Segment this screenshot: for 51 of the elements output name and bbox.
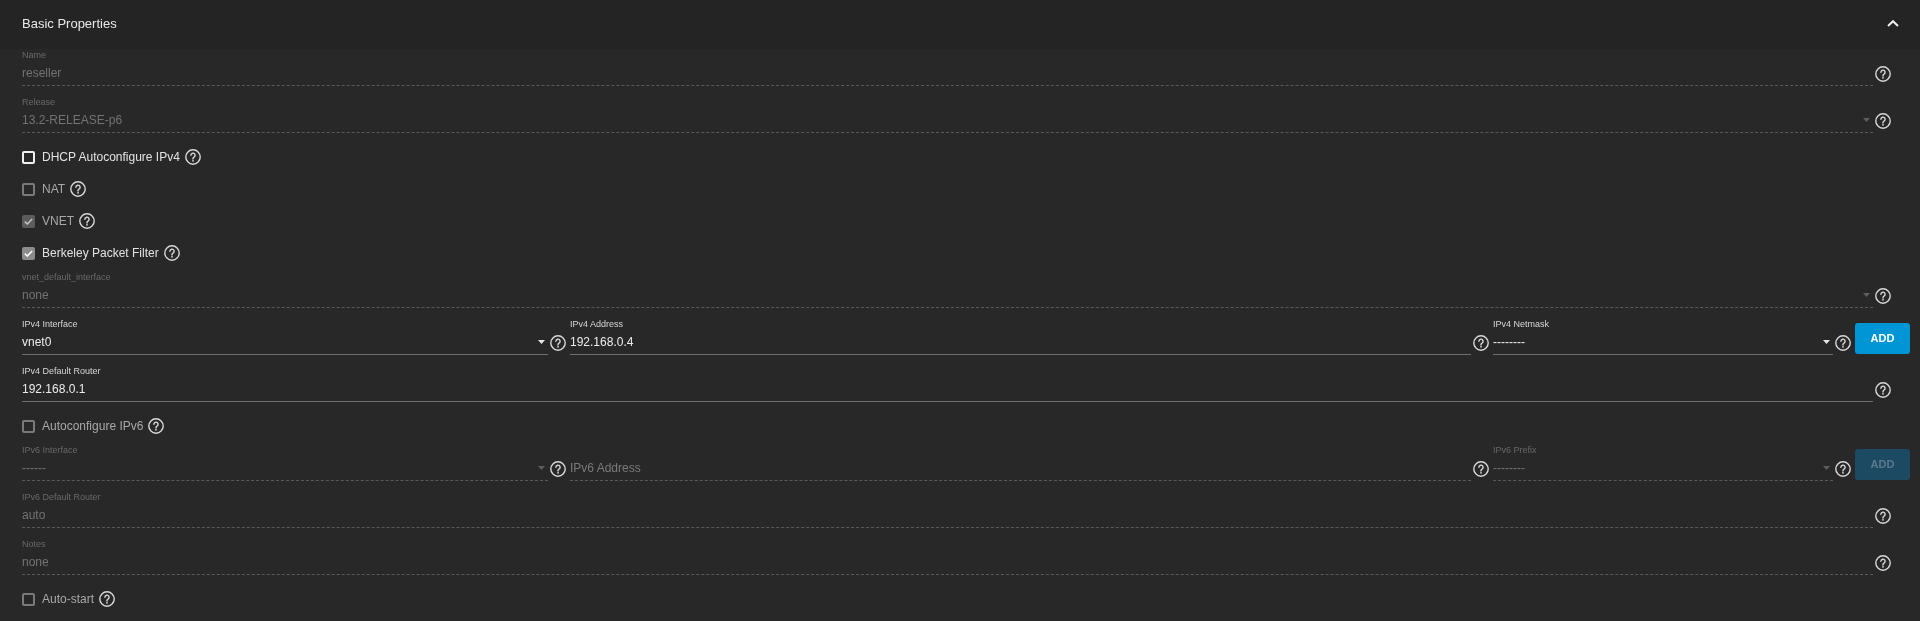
text-field[interactable]: 192.168.0.4 xyxy=(570,331,1471,355)
field-label: IPv6 Interface xyxy=(22,444,78,457)
help-icon[interactable] xyxy=(163,245,180,261)
checkbox-label: Auto-start xyxy=(42,591,95,608)
field-label: Notes xyxy=(22,538,46,551)
field-label: IPv6 Default Router xyxy=(22,491,101,504)
help-icon[interactable] xyxy=(70,181,87,197)
help-icon[interactable] xyxy=(99,591,116,607)
dropdown-field[interactable]: vnet0 xyxy=(22,331,548,355)
help-icon[interactable] xyxy=(148,418,165,434)
help-icon[interactable] xyxy=(1875,508,1891,524)
caret-icon xyxy=(1823,466,1830,470)
help-icon[interactable] xyxy=(1473,461,1489,477)
caret-icon xyxy=(1823,340,1830,344)
field-label: IPv4 Default Router xyxy=(22,365,101,378)
help-icon[interactable] xyxy=(1835,335,1851,351)
help-icon[interactable] xyxy=(550,461,566,477)
help-icon[interactable] xyxy=(1875,288,1891,304)
help-icon[interactable] xyxy=(79,213,95,229)
caret-icon xyxy=(538,340,545,344)
help-icon[interactable] xyxy=(1835,461,1851,477)
checkbox-label: DHCP Autoconfigure IPv4 xyxy=(42,149,180,166)
checkbox-label: Berkeley Packet Filter xyxy=(42,245,159,262)
checkmark-icon xyxy=(24,249,33,257)
checkbox-label: Autoconfigure IPv6 xyxy=(42,418,144,435)
chevron-up-icon[interactable] xyxy=(1887,20,1899,27)
help-icon[interactable] xyxy=(1473,335,1489,351)
dropdown-field[interactable]: -------- xyxy=(1493,331,1833,355)
caret-icon xyxy=(1863,118,1870,122)
help-icon[interactable] xyxy=(184,149,201,165)
help-icon[interactable] xyxy=(1875,555,1891,571)
field-label: IPv4 Address xyxy=(570,318,624,331)
text-field[interactable]: 192.168.0.1 xyxy=(22,378,1873,402)
panel-title: Basic Properties xyxy=(22,14,117,33)
help-icon[interactable] xyxy=(550,335,566,351)
field-label: vnet_default_interface xyxy=(22,271,111,284)
add-button[interactable]: ADD xyxy=(1855,322,1910,354)
help-icon[interactable] xyxy=(1875,66,1891,82)
field-label: Release xyxy=(22,96,56,109)
field-label: IPv6 Prefix xyxy=(1493,444,1537,457)
caret-icon xyxy=(538,466,545,470)
help-icon[interactable] xyxy=(1875,382,1891,398)
caret-icon xyxy=(1863,293,1870,297)
field-label: IPv4 Netmask xyxy=(1493,318,1550,331)
checkbox-label: VNET xyxy=(42,213,74,230)
checkmark-icon xyxy=(24,217,33,225)
field-label: Name xyxy=(22,49,46,62)
checkbox[interactable] xyxy=(22,246,35,260)
checkbox-label: NAT xyxy=(42,181,66,198)
help-icon[interactable] xyxy=(1875,113,1891,129)
field-label: IPv4 Interface xyxy=(22,318,78,331)
